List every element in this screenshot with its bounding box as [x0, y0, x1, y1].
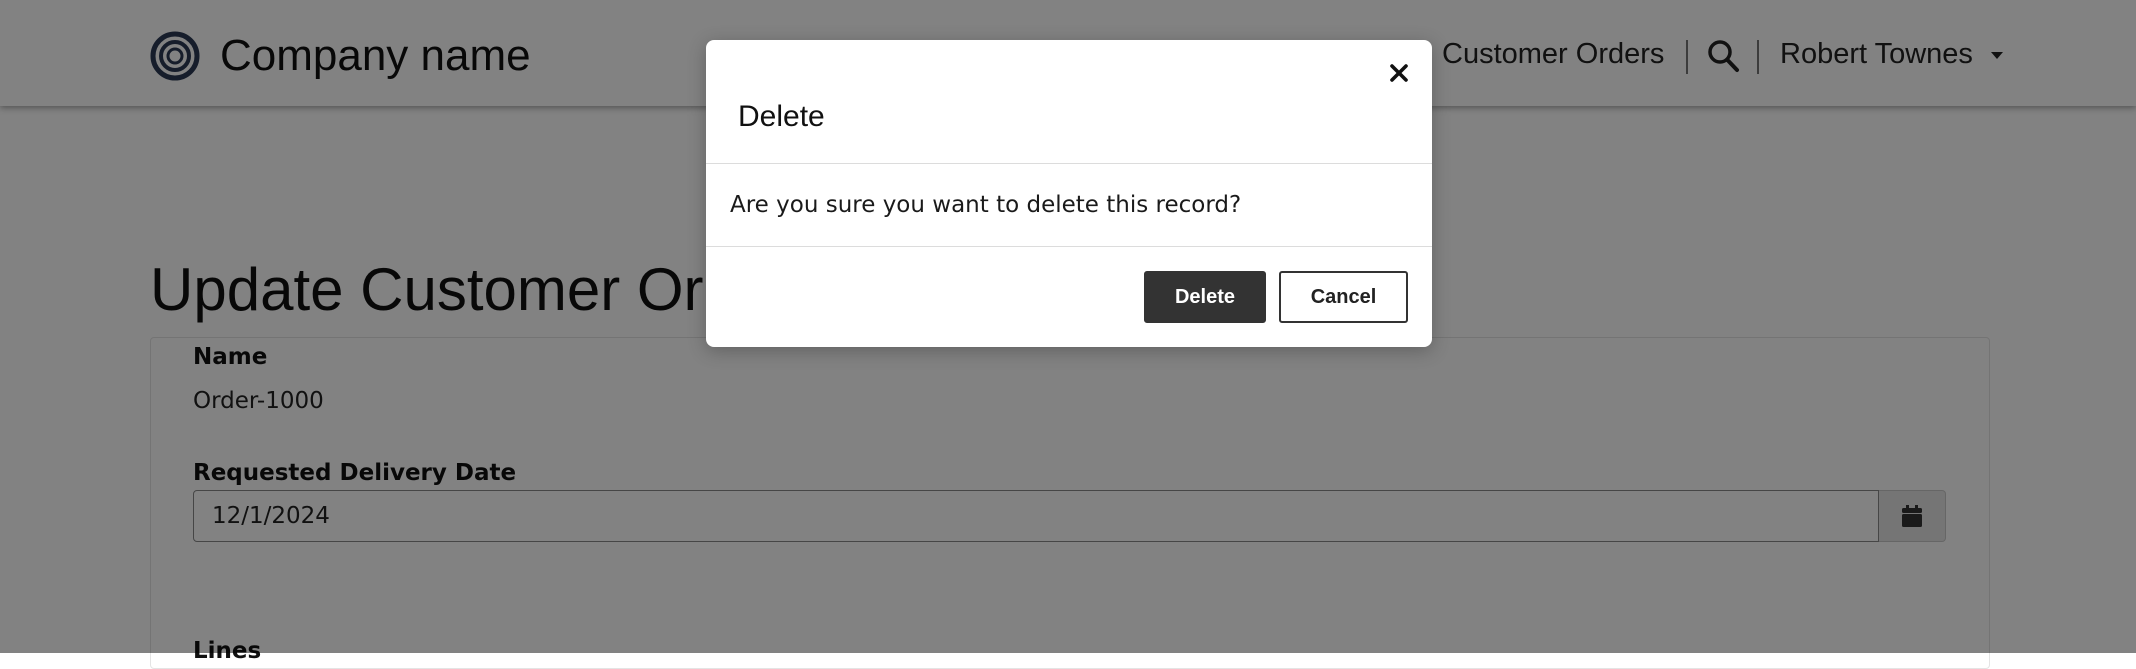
- close-button[interactable]: [1382, 56, 1416, 90]
- close-icon: [1390, 64, 1408, 82]
- dialog-footer-divider: [706, 246, 1432, 247]
- delete-button[interactable]: Delete: [1144, 271, 1266, 323]
- dialog-header-divider: [706, 163, 1432, 164]
- delete-dialog: Delete Are you sure you want to delete t…: [706, 40, 1432, 347]
- dialog-title: Delete: [738, 100, 825, 133]
- cancel-button[interactable]: Cancel: [1279, 271, 1408, 323]
- dialog-message: Are you sure you want to delete this rec…: [730, 192, 1242, 218]
